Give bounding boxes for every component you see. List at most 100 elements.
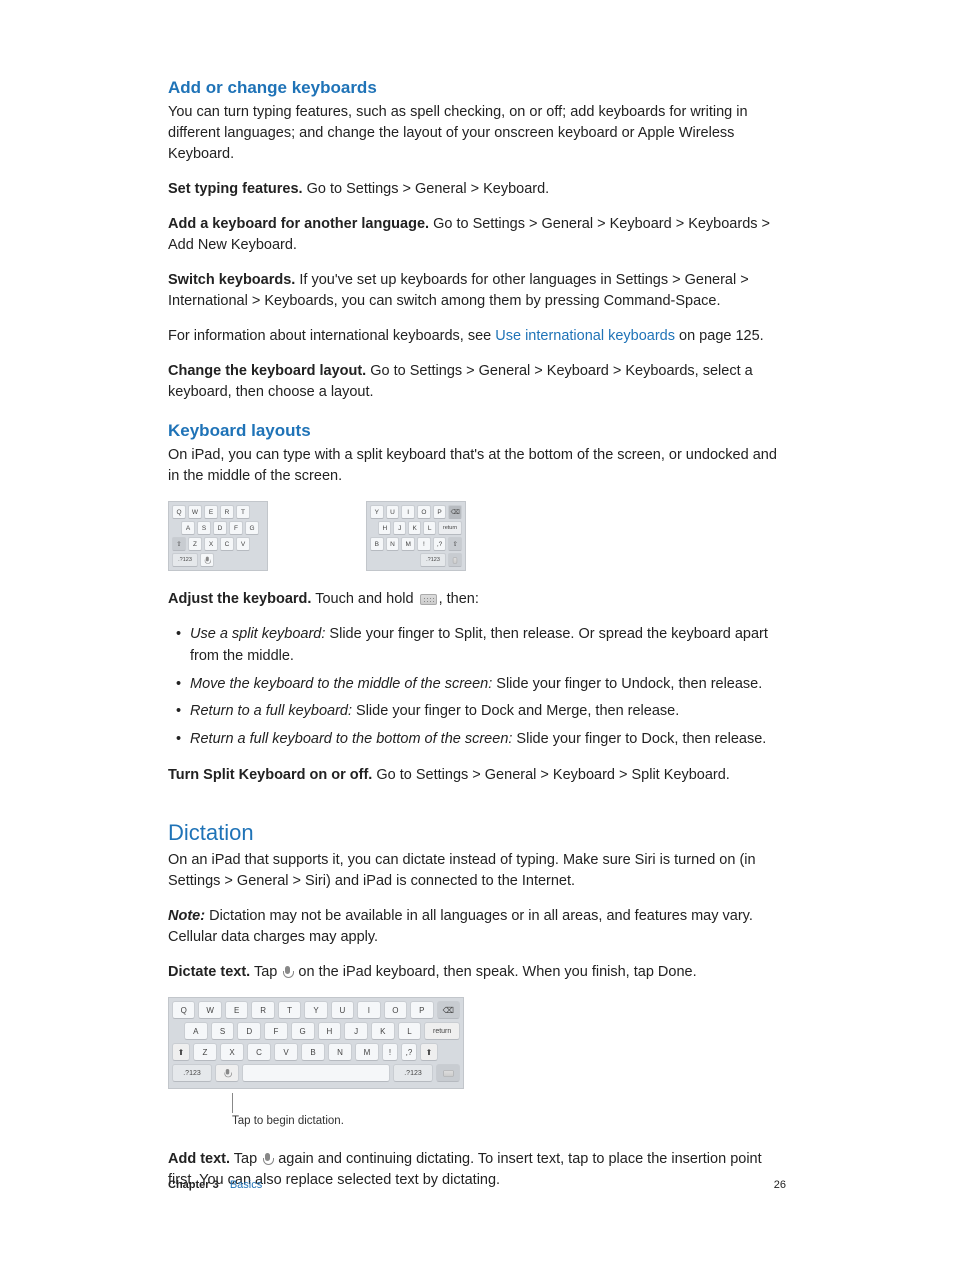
intro-text: On iPad, you can type with a split keybo… [168,445,786,487]
bold-label: Add a keyboard for another language. [168,216,429,232]
list-item-text: Slide your finger to Dock, then release. [512,731,766,747]
list-item-em: Use a split keyboard: [190,626,325,642]
mic-key [215,1064,239,1082]
note-label: Note: [168,908,205,924]
turn-split-keyboard: Turn Split Keyboard on or off. Go to Set… [168,765,786,786]
key: G [245,521,259,535]
key: X [204,537,218,551]
split-keyboard-figure: Q W E R T A S D F G ⇧ Z X C V [168,501,786,571]
full-keyboard-figure: Q W E R T Y U I O P ⌫ A S D F G H J K L … [168,997,464,1089]
key: ,? [433,537,447,551]
page-number: 26 [774,1179,786,1191]
switch-keyboards: Switch keyboards. If you've set up keybo… [168,270,786,312]
list-item-text: Slide your finger to Undock, then releas… [492,676,762,692]
callout-leader [232,1093,233,1113]
page-footer: Chapter 3 Basics 26 [168,1179,786,1191]
key: K [371,1022,395,1040]
spacer [172,521,179,535]
key: S [197,521,211,535]
numeric-key: .?123 [172,553,198,567]
body-text: , then: [439,591,479,607]
body-text: on page 125. [675,328,764,344]
key: L [423,521,436,535]
split-keyboard-right: Y U I O P ⌫ H J K L return B N M ! ,? [366,501,466,571]
return-key: return [424,1022,460,1040]
key: A [181,521,195,535]
key: R [220,505,234,519]
key: K [408,521,421,535]
mic-icon [263,1153,272,1166]
key: L [398,1022,422,1040]
list-item-text: Slide your finger to Dock and Merge, the… [352,703,679,719]
key: U [331,1001,354,1019]
body-text: on the iPad keyboard, then speak. When y… [294,964,696,980]
key: J [393,521,406,535]
intl-keyboards-xref: For information about international keyb… [168,326,786,347]
key: Y [304,1001,327,1019]
key: F [229,521,243,535]
body-text: Dictation may not be available in all la… [168,908,753,945]
body-text: Go to Settings > General > Keyboard > Sp… [372,767,729,783]
key: T [278,1001,301,1019]
key: F [264,1022,288,1040]
list-item: Move the keyboard to the middle of the s… [182,674,786,696]
mic-icon [283,966,292,979]
key: Z [193,1043,217,1061]
key: ! [417,537,431,551]
key: M [355,1043,379,1061]
key: M [401,537,415,551]
key: W [188,505,202,519]
link-intl-keyboards[interactable]: Use international keyboards [495,328,675,344]
key: N [328,1043,352,1061]
key: Q [172,505,186,519]
shift-key-icon: ⇧ [172,537,186,551]
heading-keyboard-layouts: Keyboard layouts [168,421,786,441]
intro-text: On an iPad that supports it, you can dic… [168,850,786,892]
body-text: For information about international keyb… [168,328,495,344]
key: O [417,505,431,519]
adjust-keyboard-list: Use a split keyboard: Slide your finger … [168,624,786,751]
key: H [318,1022,342,1040]
shift-key-icon: ⬆ [420,1043,438,1061]
key: U [386,505,400,519]
intro-text: You can turn typing features, such as sp… [168,102,786,165]
key: X [220,1043,244,1061]
key: C [220,537,234,551]
key: T [236,505,250,519]
key: P [433,505,447,519]
key: D [237,1022,261,1040]
hide-keyboard-key-icon [436,1064,460,1082]
bold-label: Dictate text. [168,964,250,980]
add-keyboard-language: Add a keyboard for another language. Go … [168,214,786,256]
key: B [370,537,384,551]
keyboard-icon [420,594,437,605]
shift-key-icon: ⬆ [172,1043,190,1061]
body-text: Tap [230,1151,261,1167]
list-item-em: Return a full keyboard to the bottom of … [190,731,512,747]
key: O [384,1001,407,1019]
key: I [357,1001,380,1019]
key: D [213,521,227,535]
key: I [401,505,415,519]
chapter-name: Basics [230,1179,262,1191]
bold-label: Adjust the keyboard. [168,591,311,607]
key: Z [188,537,202,551]
key: A [184,1022,208,1040]
chapter-label: Chapter 3 [168,1179,219,1191]
return-key: return [438,521,462,535]
key: E [204,505,218,519]
bold-label: Add text. [168,1151,230,1167]
numeric-key: .?123 [420,553,446,567]
key: Q [172,1001,195,1019]
body-text: Go to Settings > General > Keyboard. [303,181,550,197]
list-item: Return a full keyboard to the bottom of … [182,729,786,751]
key: Y [370,505,384,519]
list-item: Use a split keyboard: Slide your finger … [182,624,786,668]
key: H [378,521,391,535]
key: E [225,1001,248,1019]
body-text: Tap [250,964,281,980]
heading-dictation: Dictation [168,820,786,846]
dictate-text: Dictate text. Tap on the iPad keyboard, … [168,962,786,983]
key: J [344,1022,368,1040]
change-keyboard-layout: Change the keyboard layout. Go to Settin… [168,361,786,403]
